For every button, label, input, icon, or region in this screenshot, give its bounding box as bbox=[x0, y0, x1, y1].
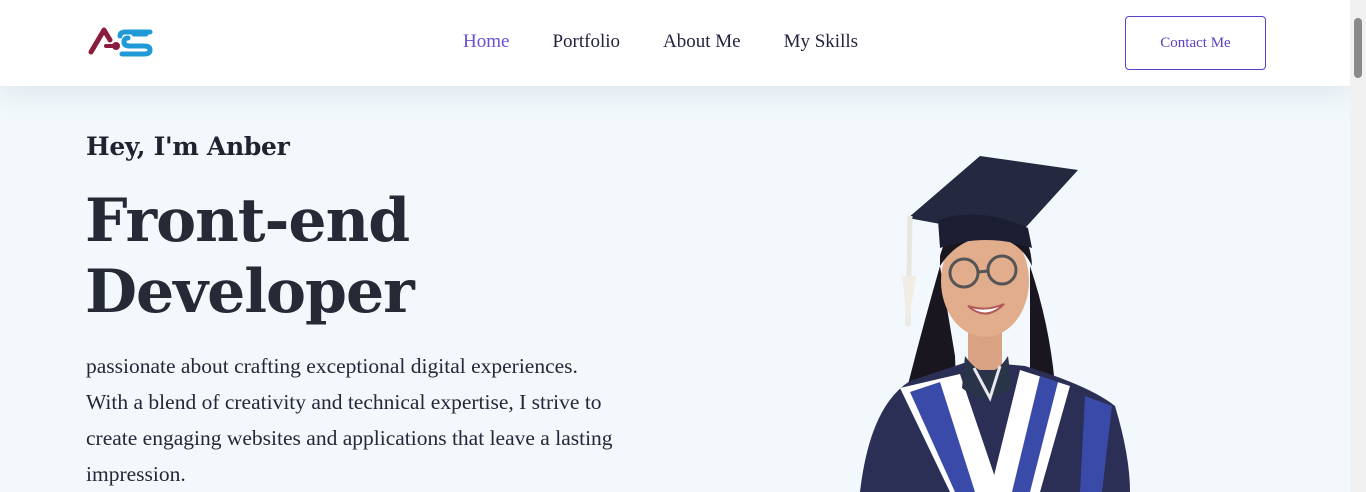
graduate-portrait-image bbox=[860, 156, 1130, 492]
hero-section: Hey, I'm Anber Front-end Developer passi… bbox=[0, 86, 1350, 492]
navbar: Home Portfolio About Me My Skills Contac… bbox=[0, 0, 1350, 86]
main-nav: Home Portfolio About Me My Skills bbox=[463, 30, 858, 54]
as-logo-icon[interactable] bbox=[88, 24, 156, 58]
hero-role-line1: Front-end bbox=[85, 186, 410, 256]
hero-greeting: Hey, I'm Anber bbox=[86, 132, 290, 161]
page: Home Portfolio About Me My Skills Contac… bbox=[0, 0, 1350, 492]
nav-my-skills[interactable]: My Skills bbox=[784, 30, 858, 54]
nav-home[interactable]: Home bbox=[463, 30, 509, 54]
contact-me-button[interactable]: Contact Me bbox=[1125, 16, 1266, 70]
nav-portfolio[interactable]: Portfolio bbox=[552, 30, 620, 54]
hero-bio-line3: create engaging websites and application… bbox=[86, 426, 613, 450]
hero-bio-line2: With a blend of creativity and technical… bbox=[86, 390, 602, 414]
hero-role-line2: Developer bbox=[85, 257, 415, 327]
hero-bio: passionate about crafting exceptional di… bbox=[86, 348, 666, 492]
hero-bio-line1: passionate about crafting exceptional di… bbox=[86, 354, 578, 378]
nav-about-me[interactable]: About Me bbox=[663, 30, 741, 54]
page-scrollbar[interactable] bbox=[1350, 0, 1366, 492]
scrollbar-thumb[interactable] bbox=[1354, 18, 1362, 78]
hero-bio-line4: impression. bbox=[86, 462, 186, 486]
hero-role-title: Front-end Developer bbox=[85, 186, 545, 328]
